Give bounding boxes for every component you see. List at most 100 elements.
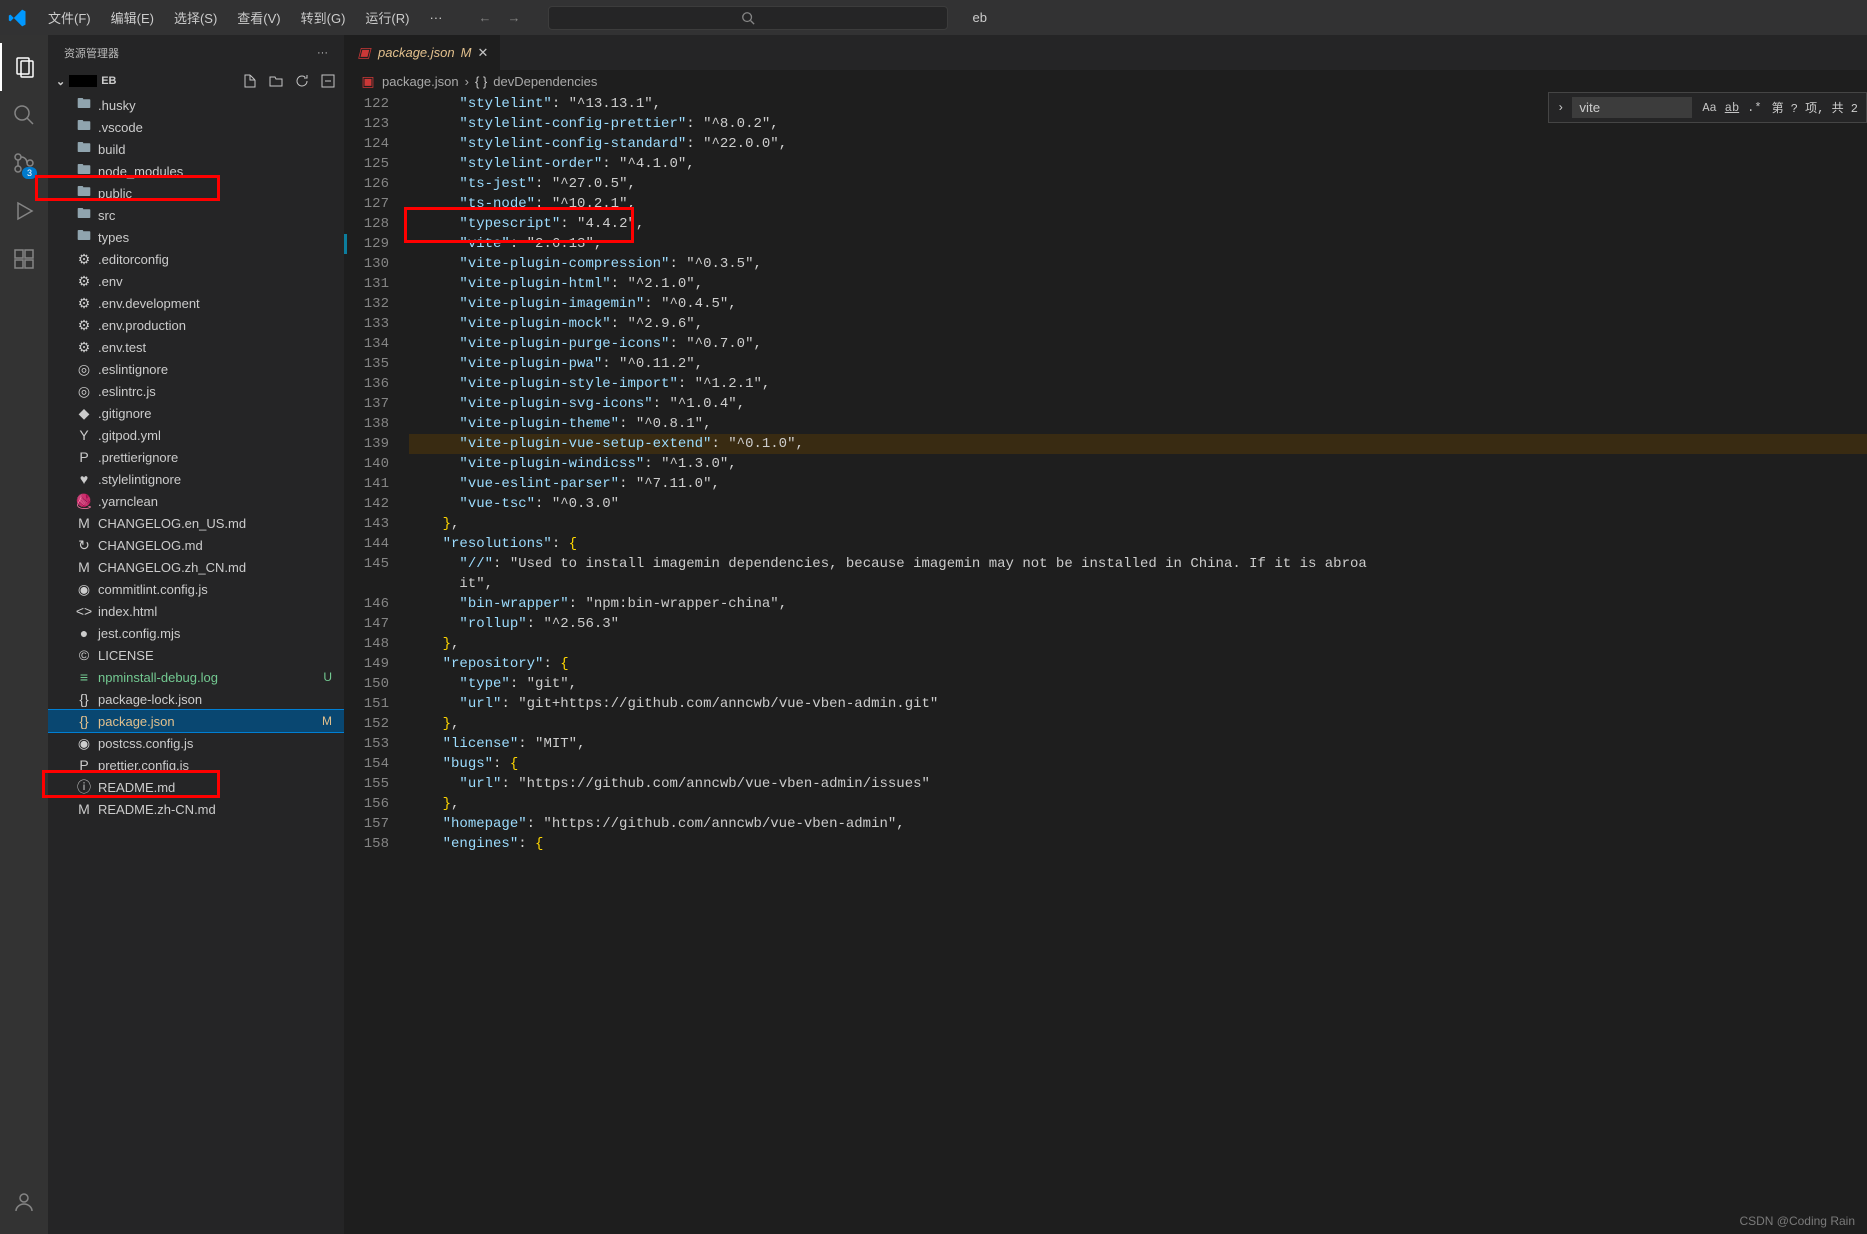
collapse-icon[interactable] xyxy=(320,73,336,89)
tree-item[interactable]: 🧶.yarnclean xyxy=(48,490,344,512)
close-icon[interactable]: ✕ xyxy=(477,45,488,61)
command-center-search[interactable] xyxy=(548,6,948,30)
tree-item[interactable]: {}package-lock.json xyxy=(48,688,344,710)
find-toggle-icon[interactable]: › xyxy=(1557,101,1564,115)
tree-item[interactable]: ◉postcss.config.js xyxy=(48,732,344,754)
sidebar-more-icon[interactable]: ··· xyxy=(317,47,328,59)
file-tree[interactable]: 🖿.husky🖿.vscode🖿build🖿node_modules🖿publi… xyxy=(48,92,344,1234)
menu-select[interactable]: 选择(S) xyxy=(166,4,225,31)
find-input[interactable] xyxy=(1572,97,1692,118)
tree-item[interactable]: ⓘ README.md xyxy=(48,776,344,798)
tree-item[interactable]: ≡npminstall-debug.logU xyxy=(48,666,344,688)
menu-more[interactable]: ··· xyxy=(421,6,450,29)
find-result-text: 第 ? 项, 共 2 xyxy=(1772,99,1858,116)
find-widget: › Aa ab .* 第 ? 项, 共 2 xyxy=(1548,92,1867,123)
tree-item[interactable]: ⚙.env.production xyxy=(48,314,344,336)
tree-item[interactable]: ◎.eslintrc.js xyxy=(48,380,344,402)
tree-item-label: CHANGELOG.md xyxy=(98,538,203,553)
file-icon: ⓘ xyxy=(76,779,92,795)
menu-file[interactable]: 文件(F) xyxy=(40,4,99,31)
tree-item[interactable]: ◎.eslintignore xyxy=(48,358,344,380)
match-case-icon[interactable]: Aa xyxy=(1700,99,1718,117)
file-icon: {} xyxy=(76,713,92,729)
tree-item[interactable]: Y.gitpod.yml xyxy=(48,424,344,446)
tree-item[interactable]: ⚙.env.development xyxy=(48,292,344,314)
regex-icon[interactable]: .* xyxy=(1745,99,1763,117)
folder-icon: 🖿 xyxy=(76,97,92,113)
activity-bar: 3 xyxy=(0,35,48,1234)
tree-item-label: .gitignore xyxy=(98,406,151,421)
activity-explorer-icon[interactable] xyxy=(0,43,48,91)
git-status-badge: U xyxy=(323,670,332,684)
activity-debug-icon[interactable] xyxy=(0,187,48,235)
tree-item[interactable]: ⚙.env xyxy=(48,270,344,292)
file-icon: ⚙ xyxy=(76,251,92,267)
menu-view[interactable]: 查看(V) xyxy=(229,4,288,31)
tree-item[interactable]: 🖿.husky xyxy=(48,94,344,116)
activity-account-icon[interactable] xyxy=(0,1178,48,1226)
breadcrumb-symbol[interactable]: devDependencies xyxy=(493,74,597,89)
nav-forward-icon[interactable]: → xyxy=(503,6,524,29)
tree-item[interactable]: MREADME.zh-CN.md xyxy=(48,798,344,820)
tree-item[interactable]: <>index.html xyxy=(48,600,344,622)
tree-item[interactable]: {}package.jsonM xyxy=(48,710,344,732)
file-icon: P xyxy=(76,449,92,465)
tree-item[interactable]: ●jest.config.mjs xyxy=(48,622,344,644)
refresh-icon[interactable] xyxy=(294,73,310,89)
tree-item[interactable]: ⚙.env.test xyxy=(48,336,344,358)
tree-item[interactable]: ↻CHANGELOG.md xyxy=(48,534,344,556)
tree-item[interactable]: 🖿public xyxy=(48,182,344,204)
tree-item[interactable]: 🖿.vscode xyxy=(48,116,344,138)
tree-item[interactable]: ◆.gitignore xyxy=(48,402,344,424)
file-icon: 🧶 xyxy=(76,493,92,509)
tree-item[interactable]: ©LICENSE xyxy=(48,644,344,666)
file-icon: Y xyxy=(76,427,92,443)
scm-badge: 3 xyxy=(22,167,37,179)
menu-run[interactable]: 运行(R) xyxy=(357,4,417,31)
tree-item[interactable]: ⚙.editorconfig xyxy=(48,248,344,270)
tree-item-label: build xyxy=(98,142,125,157)
tree-item-label: .eslintignore xyxy=(98,362,168,377)
tree-item-label: README.md xyxy=(98,780,175,795)
tree-item[interactable]: ♥.stylelintignore xyxy=(48,468,344,490)
tree-item-label: npminstall-debug.log xyxy=(98,670,218,685)
editor-area: ▣ package.json M ✕ ▣ package.json › { } … xyxy=(344,35,1867,1234)
folder-icon: 🖿 xyxy=(76,163,92,179)
file-icon: M xyxy=(76,515,92,531)
tree-item[interactable]: 🖿build xyxy=(48,138,344,160)
tree-item[interactable]: Pprettier.config.js xyxy=(48,754,344,776)
tree-item-label: public xyxy=(98,186,132,201)
chevron-down-icon: ⌄ xyxy=(56,75,65,88)
titlebar: 文件(F) 编辑(E) 选择(S) 查看(V) 转到(G) 运行(R) ··· … xyxy=(0,0,1867,35)
explorer-root-header[interactable]: ⌄ EB xyxy=(48,70,344,92)
tab-package-json[interactable]: ▣ package.json M ✕ xyxy=(344,35,501,70)
window-title: eb xyxy=(972,10,986,25)
new-folder-icon[interactable] xyxy=(268,73,284,89)
match-word-icon[interactable]: ab xyxy=(1723,99,1741,117)
tree-item-label: types xyxy=(98,230,129,245)
tree-item[interactable]: MCHANGELOG.en_US.md xyxy=(48,512,344,534)
tree-item[interactable]: ◉commitlint.config.js xyxy=(48,578,344,600)
tree-item-label: package-lock.json xyxy=(98,692,202,707)
tree-item[interactable]: P.prettierignore xyxy=(48,446,344,468)
activity-extensions-icon[interactable] xyxy=(0,235,48,283)
tree-item-label: .env xyxy=(98,274,123,289)
tree-item[interactable]: MCHANGELOG.zh_CN.md xyxy=(48,556,344,578)
tree-item[interactable]: 🖿types xyxy=(48,226,344,248)
tree-item[interactable]: 🖿node_modules xyxy=(48,160,344,182)
vscode-logo-icon xyxy=(8,8,28,28)
tab-status: M xyxy=(461,45,472,60)
breadcrumb-file[interactable]: package.json xyxy=(382,74,459,89)
new-file-icon[interactable] xyxy=(242,73,258,89)
tree-item[interactable]: 🖿src xyxy=(48,204,344,226)
tree-item-label: README.zh-CN.md xyxy=(98,802,216,817)
activity-scm-icon[interactable]: 3 xyxy=(0,139,48,187)
file-icon: ⚙ xyxy=(76,295,92,311)
breadcrumb[interactable]: ▣ package.json › { } devDependencies xyxy=(344,70,1867,92)
nav-back-icon[interactable]: ← xyxy=(474,6,495,29)
menu-edit[interactable]: 编辑(E) xyxy=(103,4,162,31)
activity-search-icon[interactable] xyxy=(0,91,48,139)
code-editor[interactable]: 1221231241251261271281291301311321331341… xyxy=(344,92,1867,1234)
menu-go[interactable]: 转到(G) xyxy=(293,4,354,31)
file-icon: ♥ xyxy=(76,471,92,487)
